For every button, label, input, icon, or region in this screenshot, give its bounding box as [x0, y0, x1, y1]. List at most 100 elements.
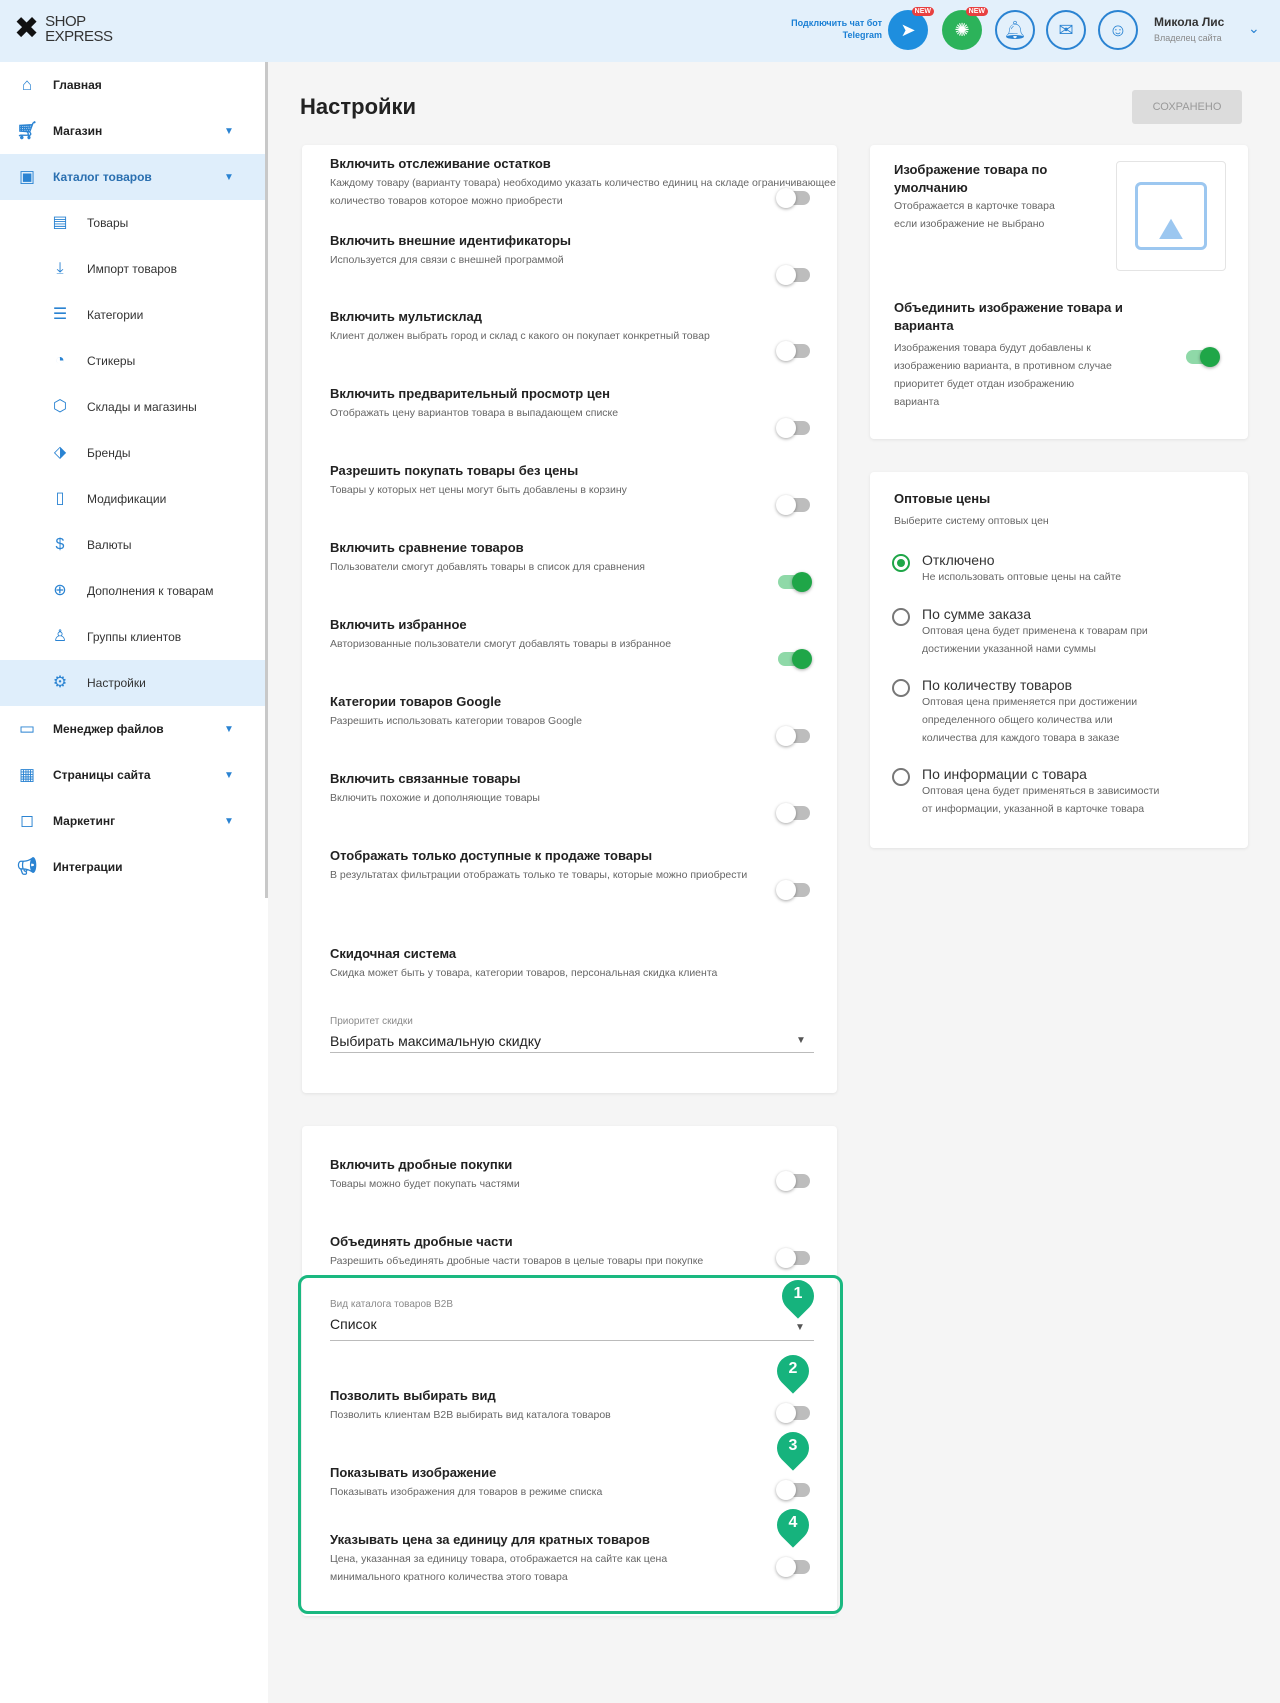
setting-desc: Скидка может быть у товара, категории то…	[330, 967, 718, 979]
setting-toggle[interactable]	[776, 265, 810, 285]
wholesale-option[interactable]: Отключено Не использовать оптовые цены на…	[922, 552, 1212, 586]
merge-image-toggle[interactable]	[1186, 347, 1220, 367]
setting-toggle[interactable]	[776, 495, 810, 515]
setting-toggle[interactable]	[776, 726, 810, 746]
setting-toggle[interactable]	[776, 880, 810, 900]
option-title: По количеству товаров	[922, 677, 1073, 693]
telegram-button[interactable]: ➤ NEW	[888, 7, 934, 50]
merge-image-text: Объединить изображение товара и варианта…	[894, 299, 1164, 411]
setting-row: Включить избранное Авторизованные пользов…	[330, 617, 840, 653]
page-title: Настройки	[300, 94, 417, 119]
top-header: ✖ SHOP EXPRESS Подключить чат бот Telegr…	[0, 0, 1280, 62]
setting-title: Включить отслеживание остатков	[330, 156, 551, 171]
settings-icon: ⚙	[52, 674, 68, 691]
sidebar-item-brands[interactable]: ⬗ Бренды	[0, 430, 265, 476]
user-avatar-button[interactable]: ☺	[1098, 10, 1138, 50]
marker-number: 4	[788, 1514, 798, 1531]
folder-icon: ▭	[18, 719, 36, 738]
goods-icon: ▤	[52, 214, 68, 231]
bell-icon: 🔔︎	[1003, 19, 1027, 40]
sidebar-item-addons[interactable]: ⊕ Дополнения к товарам	[0, 568, 265, 614]
sidebar-item-settings[interactable]: ⚙ Настройки	[0, 660, 265, 706]
users-icon: ♙	[52, 628, 68, 645]
pages-icon: ▦	[18, 765, 36, 784]
setting-toggle[interactable]	[776, 803, 810, 823]
wholesale-option[interactable]: По сумме заказа Оптовая цена будет примен…	[922, 606, 1212, 658]
discount-priority-select[interactable]: Приоритет скидки Выбирать максимальную с…	[330, 1016, 814, 1049]
sidebar-item-shop[interactable]: 🛒︎ Магазин ▼	[0, 108, 265, 154]
save-button[interactable]: Сохранено	[1132, 90, 1242, 124]
setting-title: Отображать только доступные к продаже то…	[330, 848, 653, 863]
ai-assistant-button[interactable]: ✺ NEW	[942, 7, 988, 50]
wholesale-radio[interactable]	[892, 679, 910, 697]
sidebar-item-catalog[interactable]: ▣ Каталог товаров ▼	[0, 154, 265, 200]
sidebar-item-goods[interactable]: ▤ Товары	[0, 200, 265, 246]
bookmark-icon: ▯	[55, 490, 65, 507]
setting-toggle[interactable]	[776, 188, 810, 208]
sidebar-item-currencies[interactable]: $ Валюты	[0, 522, 265, 568]
sidebar-scrollbar[interactable]	[265, 62, 268, 898]
setting-title: Включить избранное	[330, 617, 467, 632]
wholesale-prices-card: Оптовые цены Выберите систему оптовых це…	[870, 472, 1248, 848]
sidebar-item-file-manager[interactable]: ▭ Менеджер файлов ▼	[0, 706, 265, 752]
chevron-down-icon[interactable]: ▼	[796, 1035, 806, 1046]
wholesale-radio[interactable]	[892, 554, 910, 572]
default-image-upload[interactable]: ⛰︎	[1116, 161, 1226, 271]
sidebar-label: Страницы сайта	[53, 768, 151, 782]
sidebar-label: Настройки	[87, 676, 146, 690]
option-title: Отключено	[922, 552, 995, 568]
telegram-note-line1: Подключить чат бот	[791, 18, 882, 28]
tag-icon: ⬗	[53, 444, 67, 461]
sidebar-label: Категории	[87, 308, 144, 322]
sidebar-item-categories[interactable]: ☰ Категории	[0, 292, 265, 338]
setting-row: Включить связанные товары Включить похожи…	[330, 771, 840, 807]
setting-desc: Каждому товару (варианту товара) необход…	[330, 177, 836, 207]
sidebar-label: Модификации	[87, 492, 167, 506]
wholesale-radio[interactable]	[892, 768, 910, 786]
setting-desc: Товары у которых нет цены могут быть доб…	[330, 484, 627, 496]
user-name: Микола Лис	[1154, 15, 1225, 29]
new-badge: NEW	[911, 7, 934, 16]
sidebar-label: Бренды	[87, 446, 131, 460]
wholesale-option[interactable]: По количеству товаров Оптовая цена примен…	[922, 677, 1212, 747]
setting-title: Включить связанные товары	[330, 771, 521, 786]
setting-title: Скидочная система	[330, 946, 457, 961]
setting-toggle[interactable]	[778, 649, 812, 669]
sidebar-item-integrations[interactable]: 📢︎ Интеграции	[0, 844, 265, 890]
sidebar-label: Главная	[53, 78, 102, 92]
logo-text-bottom: EXPRESS	[45, 28, 113, 45]
wholesale-option[interactable]: По информации с товара Оптовая цена будет…	[922, 766, 1212, 818]
sidebar-item-modifications[interactable]: ▯ Модификации	[0, 476, 265, 522]
select-label: Приоритет скидки	[330, 1016, 413, 1027]
wholesale-radio[interactable]	[892, 608, 910, 626]
home-icon: ⌂	[21, 75, 33, 94]
card-title: Оптовые цены	[894, 491, 991, 506]
sidebar-item-home[interactable]: ⌂ Главная	[0, 62, 265, 108]
telegram-bot-link[interactable]: Подключить чат бот Telegram	[770, 17, 882, 41]
sidebar-item-stickers[interactable]: ◔ Стикеры	[0, 338, 265, 384]
sidebar-item-warehouses[interactable]: ⬡ Склады и магазины	[0, 384, 265, 430]
shop-express-logo[interactable]: ✖ SHOP EXPRESS	[14, 14, 113, 45]
sidebar-item-import[interactable]: ⤓ Импорт товаров	[0, 246, 265, 292]
option-desc: количества для каждого товара в заказе	[922, 732, 1120, 744]
highlight-frame	[298, 1275, 843, 1614]
sidebar-item-site-pages[interactable]: ▦ Страницы сайта ▼	[0, 752, 265, 798]
setting-toggle[interactable]	[776, 1248, 810, 1268]
chevron-down-icon[interactable]: ⌄	[1248, 20, 1260, 37]
setting-toggle[interactable]	[776, 418, 810, 438]
card-subtitle: Выберите систему оптовых цен	[894, 515, 1049, 527]
sidebar-item-marketing[interactable]: ◻ Маркетинг ▼	[0, 798, 265, 844]
setting-row: Включить дробные покупки Товары можно буд…	[330, 1157, 840, 1193]
messages-button[interactable]: ✉	[1046, 10, 1086, 50]
setting-toggle[interactable]	[776, 341, 810, 361]
setting-title: варианта	[894, 318, 954, 333]
setting-toggle[interactable]	[776, 1171, 810, 1191]
setting-toggle[interactable]	[778, 572, 812, 592]
notifications-button[interactable]: 🔔︎	[995, 10, 1035, 50]
select-value: Выбирать максимальную скидку	[330, 1033, 542, 1049]
sidebar-label: Менеджер файлов	[53, 722, 164, 736]
sidebar-label: Склады и магазины	[87, 400, 197, 414]
sidebar-item-client-groups[interactable]: ♙ Группы клиентов	[0, 614, 265, 660]
option-desc: Оптовая цена будет применяться в зависим…	[922, 785, 1160, 797]
user-info[interactable]: Микола Лис Владелец сайта	[1154, 14, 1224, 46]
